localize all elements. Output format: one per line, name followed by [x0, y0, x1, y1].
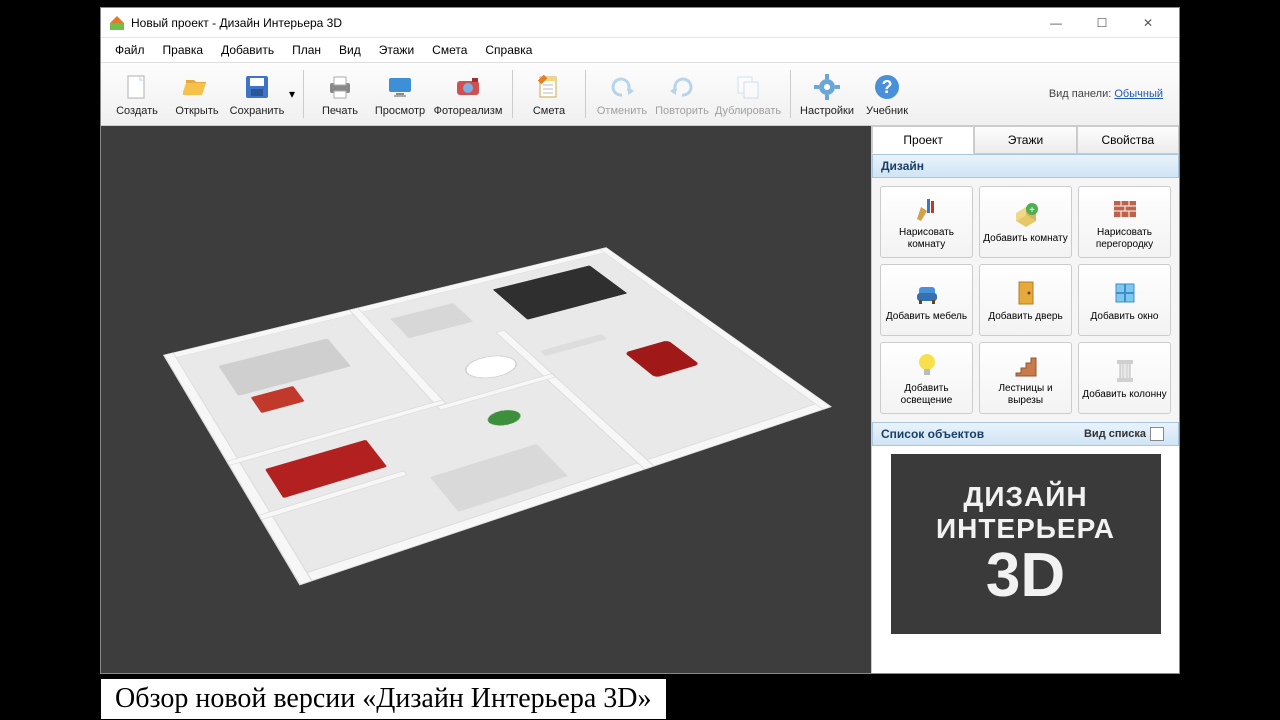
open-button[interactable]: Открыть: [167, 65, 227, 123]
window-icon: [1110, 278, 1140, 308]
right-panel: Проект Этажи Свойства Дизайн Нарисовать …: [871, 126, 1179, 673]
menu-add[interactable]: Добавить: [213, 40, 282, 60]
gear-icon: [811, 71, 843, 103]
app-window: Новый проект - Дизайн Интерьера 3D — ☐ ✕…: [100, 7, 1180, 674]
menu-bar: Файл Правка Добавить План Вид Этажи Смет…: [101, 38, 1179, 62]
pencil-brush-icon: [912, 194, 942, 224]
column-icon: [1110, 356, 1140, 386]
help-icon: ?: [871, 71, 903, 103]
monitor-icon: [384, 71, 416, 103]
list-mode-label: Вид списка: [1084, 428, 1146, 440]
close-button[interactable]: ✕: [1125, 8, 1171, 38]
menu-floors[interactable]: Этажи: [371, 40, 422, 60]
preview-button[interactable]: Просмотр: [370, 65, 430, 123]
redo-button[interactable]: Повторить: [652, 65, 712, 123]
photoreal-button[interactable]: Фотореализм: [430, 65, 506, 123]
objects-header: Список объектов Вид списка: [872, 422, 1179, 446]
undo-icon: [606, 71, 638, 103]
estimate-button[interactable]: Смета: [519, 65, 579, 123]
menu-file[interactable]: Файл: [107, 40, 153, 60]
notepad-icon: [533, 71, 565, 103]
svg-text:?: ?: [882, 77, 893, 97]
add-door-button[interactable]: Добавить дверь: [979, 264, 1072, 336]
design-tools: Нарисовать комнату + Добавить комнату На…: [872, 178, 1179, 422]
printer-icon: [324, 71, 356, 103]
tab-floors[interactable]: Этажи: [974, 126, 1076, 154]
menu-plan[interactable]: План: [284, 40, 329, 60]
room-plus-icon: +: [1011, 200, 1041, 230]
window-title: Новый проект - Дизайн Интерьера 3D: [131, 16, 1033, 30]
duplicate-icon: [732, 71, 764, 103]
product-logo: ДИЗАЙН ИНТЕРЬЕРА 3D: [891, 454, 1161, 634]
list-mode-button[interactable]: [1150, 427, 1164, 441]
video-caption: Обзор новой версии «Дизайн Интерьера 3D»: [100, 678, 667, 720]
minimize-button[interactable]: —: [1033, 8, 1079, 38]
menu-help[interactable]: Справка: [477, 40, 540, 60]
panel-tabs: Проект Этажи Свойства: [872, 126, 1179, 154]
stairs-icon: [1011, 350, 1041, 380]
menu-estimate[interactable]: Смета: [424, 40, 475, 60]
tab-properties[interactable]: Свойства: [1077, 126, 1179, 154]
save-dropdown[interactable]: ▾: [287, 87, 297, 101]
add-lighting-button[interactable]: Добавить освещение: [880, 342, 973, 414]
draw-room-button[interactable]: Нарисовать комнату: [880, 186, 973, 258]
svg-text:+: +: [1029, 205, 1035, 216]
toolbar: Создать Открыть Сохранить ▾ Печать Просм…: [101, 62, 1179, 126]
add-window-button[interactable]: Добавить окно: [1078, 264, 1171, 336]
folder-open-icon: [181, 71, 213, 103]
new-file-icon: [121, 71, 153, 103]
bulb-icon: [912, 350, 942, 380]
panel-mode-link[interactable]: Обычный: [1114, 88, 1163, 100]
add-room-button[interactable]: + Добавить комнату: [979, 186, 1072, 258]
brick-wall-icon: [1110, 194, 1140, 224]
save-icon: [241, 71, 273, 103]
floor-plan-render: [146, 140, 826, 640]
menu-edit[interactable]: Правка: [155, 40, 212, 60]
design-header: Дизайн: [872, 154, 1179, 178]
tab-project[interactable]: Проект: [872, 126, 974, 154]
new-button[interactable]: Создать: [107, 65, 167, 123]
draw-partition-button[interactable]: Нарисовать перегородку: [1078, 186, 1171, 258]
panel-mode: Вид панели: Обычный: [1049, 88, 1173, 100]
add-furniture-button[interactable]: Добавить мебель: [880, 264, 973, 336]
camera-icon: [452, 71, 484, 103]
armchair-icon: [912, 278, 942, 308]
3d-viewport[interactable]: [101, 126, 871, 673]
app-icon: [109, 15, 125, 31]
stairs-cutouts-button[interactable]: Лестницы и вырезы: [979, 342, 1072, 414]
redo-icon: [666, 71, 698, 103]
settings-button[interactable]: Настройки: [797, 65, 857, 123]
undo-button[interactable]: Отменить: [592, 65, 652, 123]
door-icon: [1011, 278, 1041, 308]
tutorial-button[interactable]: ? Учебник: [857, 65, 917, 123]
maximize-button[interactable]: ☐: [1079, 8, 1125, 38]
menu-view[interactable]: Вид: [331, 40, 369, 60]
save-button[interactable]: Сохранить: [227, 65, 287, 123]
duplicate-button[interactable]: Дублировать: [712, 65, 784, 123]
print-button[interactable]: Печать: [310, 65, 370, 123]
add-column-button[interactable]: Добавить колонну: [1078, 342, 1171, 414]
title-bar: Новый проект - Дизайн Интерьера 3D — ☐ ✕: [101, 8, 1179, 38]
